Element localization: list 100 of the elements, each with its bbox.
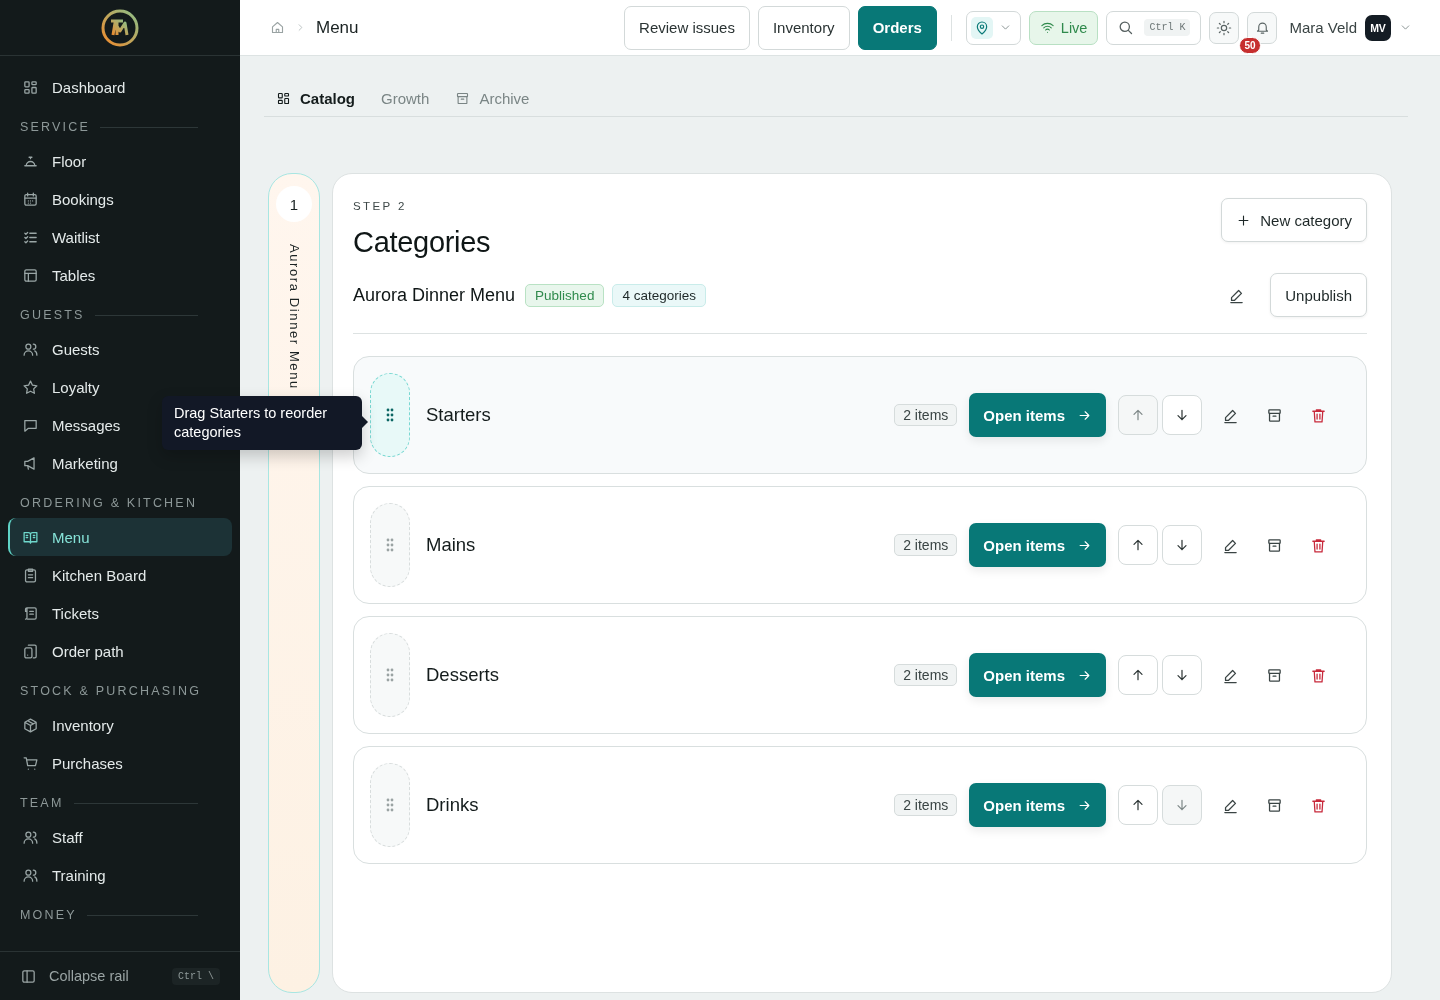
nav-section-heading: GUESTS	[20, 308, 85, 322]
nav-item[interactable]: Floor	[8, 142, 232, 180]
collapse-rail-label[interactable]: Collapse rail	[49, 968, 129, 984]
open-items-button[interactable]: Open items	[969, 523, 1106, 567]
menu-name: Aurora Dinner Menu	[353, 284, 516, 306]
archive-icon	[1265, 536, 1283, 554]
nav-section-heading: ORDERING & KITCHEN	[20, 496, 198, 510]
grip-icon	[386, 538, 394, 552]
dashboard-icon	[22, 78, 39, 96]
nav-item[interactable]: Tables	[8, 256, 232, 294]
clipboard-icon	[22, 566, 39, 584]
calendar-icon	[22, 190, 39, 208]
trash-icon	[1309, 796, 1327, 814]
move-up-button[interactable]	[1118, 655, 1158, 695]
arrow-up-icon	[1130, 667, 1146, 683]
user-name[interactable]: Mara Veld	[1289, 19, 1357, 36]
item-count: 2 items	[894, 404, 958, 426]
nav-item[interactable]: Tickets	[8, 594, 232, 632]
nav-item[interactable]: Staff	[8, 818, 232, 856]
nav-item[interactable]: Dashboard	[8, 68, 232, 106]
arrow-down-icon	[1174, 667, 1190, 683]
tooltip-pointer	[362, 416, 368, 428]
tooltip: Drag Starters to reorder categories	[162, 396, 362, 450]
archive-icon	[455, 91, 471, 106]
grid-icon	[276, 91, 291, 106]
cart-icon	[22, 754, 39, 772]
theme-button[interactable]	[1209, 11, 1240, 44]
nav-item[interactable]: Training	[8, 856, 232, 894]
trash-icon	[1309, 536, 1327, 554]
item-count: 2 items	[894, 664, 958, 686]
nav-item[interactable]: Guests	[8, 330, 232, 368]
user-avatar[interactable]: MV	[1365, 14, 1391, 41]
trash-icon	[1309, 666, 1327, 684]
live-status[interactable]: Live	[1028, 10, 1099, 45]
nav-item[interactable]: Kitchen Board	[8, 556, 232, 594]
sidebar-panel-icon	[20, 967, 37, 985]
status-badge: Published	[525, 283, 605, 307]
arrow-up-icon	[1130, 407, 1146, 423]
trash-icon	[1309, 406, 1327, 424]
bell-icon	[1254, 20, 1270, 35]
page-title: Categories	[353, 226, 491, 259]
arrow-down-icon	[1174, 407, 1190, 423]
arrow-up-icon	[1130, 537, 1146, 553]
category-name: Drinks	[426, 794, 480, 816]
breadcrumb-current: Menu	[316, 17, 359, 38]
category-count-badge: 4 categories	[612, 283, 706, 307]
move-up-button[interactable]	[1118, 525, 1158, 565]
drag-handle[interactable]	[370, 633, 410, 717]
nav-item[interactable]: Waitlist	[8, 218, 232, 256]
item-count: 2 items	[894, 794, 958, 816]
grip-icon	[386, 668, 394, 682]
grip-icon	[386, 408, 394, 422]
open-items-button[interactable]: Open items	[969, 393, 1106, 437]
logo-icon	[100, 7, 140, 48]
tab[interactable]: Catalog	[276, 80, 355, 107]
nav-section-heading: STOCK & PURCHASING	[20, 684, 202, 698]
keyboard-shortcut: Ctrl \	[172, 967, 220, 985]
location-dropdown[interactable]	[965, 10, 1021, 45]
nav-section-heading: SERVICE	[20, 120, 91, 134]
sun-icon	[1216, 19, 1233, 36]
nav-item[interactable]: Menu	[8, 518, 232, 556]
primary-button[interactable]: Orders	[857, 5, 937, 50]
move-up-button[interactable]	[1118, 785, 1158, 825]
toolbar-button[interactable]: Inventory	[757, 5, 850, 50]
new-category-button[interactable]: New category	[1221, 198, 1367, 242]
nav-item[interactable]: Order path	[8, 632, 232, 670]
step-label: Aurora Dinner Menu	[286, 244, 302, 390]
category-name: Mains	[426, 534, 477, 556]
open-items-button[interactable]: Open items	[969, 783, 1106, 827]
grip-icon	[386, 798, 394, 812]
move-down-button[interactable]	[1162, 655, 1202, 695]
nav-item[interactable]: Inventory	[8, 706, 232, 744]
drag-handle[interactable]	[370, 503, 410, 587]
arrow-down-icon	[1174, 797, 1190, 813]
step-caption: STEP 2	[353, 200, 408, 212]
nav-item[interactable]: Purchases	[8, 744, 232, 782]
archive-icon	[1265, 666, 1283, 684]
arrow-up-icon	[1130, 797, 1146, 813]
drag-handle[interactable]	[370, 763, 410, 847]
open-items-button[interactable]: Open items	[969, 653, 1106, 697]
category-name: Starters	[426, 404, 492, 426]
unpublish-button[interactable]: Unpublish	[1270, 273, 1367, 317]
home-icon	[270, 20, 285, 35]
arrow-down-icon	[1174, 537, 1190, 553]
receipt-icon	[22, 604, 39, 622]
move-down-button[interactable]	[1162, 395, 1202, 435]
wifi-icon	[1039, 20, 1055, 35]
toolbar-button[interactable]: Review issues	[624, 5, 750, 50]
nav-section-heading: MONEY	[20, 908, 77, 922]
nav-section-heading: TEAM	[20, 796, 64, 810]
item-count: 2 items	[894, 534, 958, 556]
move-down-button[interactable]	[1162, 525, 1202, 565]
archive-icon	[1265, 406, 1283, 424]
table-icon	[22, 266, 39, 284]
step-number: 1	[276, 186, 312, 222]
devices-icon	[22, 642, 39, 660]
search-button[interactable]: Ctrl K	[1106, 10, 1202, 45]
nav-item[interactable]: Bookings	[8, 180, 232, 218]
category-name: Desserts	[426, 664, 500, 686]
drag-handle[interactable]	[370, 373, 410, 457]
